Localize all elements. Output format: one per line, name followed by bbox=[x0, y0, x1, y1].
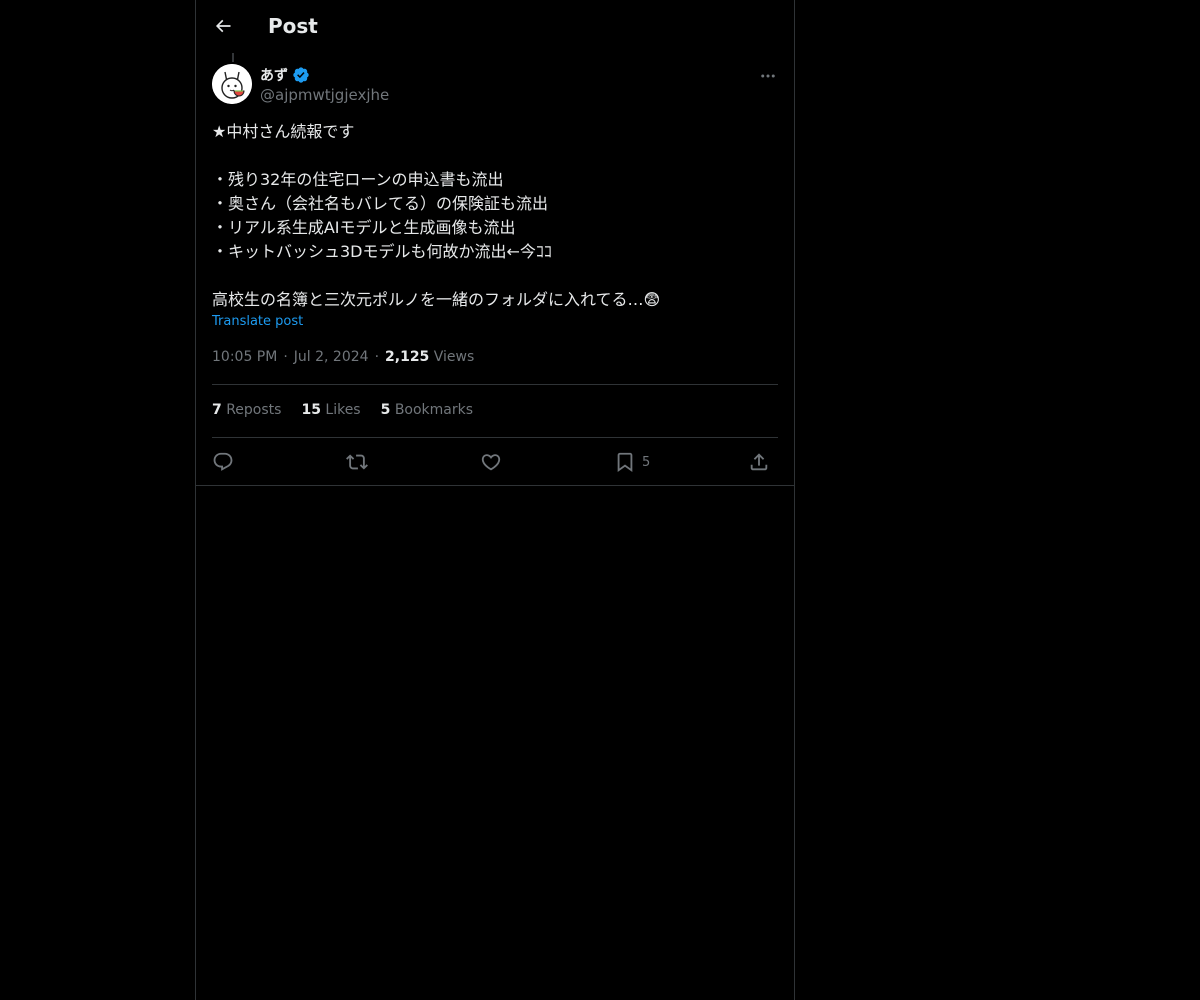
avatar[interactable] bbox=[212, 64, 252, 104]
verified-badge-icon bbox=[292, 66, 310, 84]
back-button[interactable] bbox=[206, 9, 240, 43]
share-icon bbox=[748, 451, 770, 473]
views-count: 2,125 bbox=[385, 349, 430, 365]
page-title: Post bbox=[268, 14, 318, 38]
display-name: あず bbox=[260, 68, 288, 84]
more-horizontal-icon bbox=[759, 67, 777, 85]
bookmarks-stat[interactable]: 5 Bookmarks bbox=[381, 402, 473, 418]
divider bbox=[212, 437, 778, 438]
post-text-line bbox=[212, 144, 778, 168]
repost-button[interactable] bbox=[346, 448, 368, 476]
share-button[interactable] bbox=[748, 448, 770, 476]
bookmark-count: 5 bbox=[642, 454, 651, 470]
bookmarks-count: 5 bbox=[380, 402, 391, 418]
post-stats: 7 Reposts 15 Likes 5 Bookmarks bbox=[212, 402, 473, 418]
main-column: Post あず @ajpmwtjgjexjhe ★中村さん続報です ・残り32年… bbox=[195, 0, 795, 1000]
action-bar: 5 bbox=[212, 448, 778, 476]
post-text-line: ★中村さん続報です bbox=[212, 122, 355, 141]
bookmark-button[interactable]: 5 bbox=[614, 448, 650, 476]
reposts-count: 7 bbox=[212, 402, 222, 418]
post-text: ★中村さん続報です ・残り32年の住宅ローンの申込書も流出 ・奥さん（会社名もバ… bbox=[212, 120, 778, 312]
meta-separator: · bbox=[374, 349, 380, 365]
translate-post-link[interactable]: Translate post bbox=[212, 314, 303, 329]
views-label: Views bbox=[433, 349, 475, 365]
likes-count: 15 bbox=[301, 402, 321, 418]
arrow-left-icon bbox=[213, 16, 233, 36]
post-meta: 10:05 PM · Jul 2, 2024 · 2,125 Views bbox=[212, 349, 474, 365]
reposts-stat[interactable]: 7 Reposts bbox=[212, 402, 281, 418]
reposts-label: Reposts bbox=[226, 402, 282, 418]
bookmarks-label: Bookmarks bbox=[394, 402, 474, 418]
post-text-line bbox=[212, 264, 778, 288]
thread-line bbox=[232, 53, 234, 62]
reply-button[interactable] bbox=[212, 448, 234, 476]
post-time[interactable]: 10:05 PM bbox=[212, 349, 277, 365]
likes-stat[interactable]: 15 Likes bbox=[301, 402, 360, 418]
post-text-line: 高校生の名簿と三次元ポルノを一緒のフォルダに入れてる…😨 bbox=[212, 290, 661, 309]
post-bottom-border bbox=[196, 485, 794, 486]
views-stat: 2,125 Views bbox=[385, 349, 474, 365]
repost-icon bbox=[346, 451, 368, 473]
likes-label: Likes bbox=[325, 402, 361, 418]
post-text-line: ・キットバッシュ3Dモデルも何故か流出←今ｺｺ bbox=[212, 242, 552, 261]
reply-icon bbox=[212, 451, 234, 473]
divider bbox=[212, 384, 778, 385]
user-name[interactable]: あず bbox=[260, 65, 310, 85]
post-header: Post bbox=[196, 0, 794, 53]
heart-icon bbox=[480, 451, 502, 473]
like-button[interactable] bbox=[480, 448, 502, 476]
user-handle[interactable]: @ajpmwtjgjexjhe bbox=[260, 86, 389, 104]
more-button[interactable] bbox=[758, 66, 778, 86]
post-text-line: ・リアル系生成AIモデルと生成画像も流出 bbox=[212, 218, 516, 237]
post-date[interactable]: Jul 2, 2024 bbox=[294, 349, 369, 365]
post-text-line: ・奥さん（会社名もバレてる）の保険証も流出 bbox=[212, 194, 549, 213]
post-text-line: ・残り32年の住宅ローンの申込書も流出 bbox=[212, 170, 504, 189]
bookmark-icon bbox=[614, 451, 636, 473]
meta-separator: · bbox=[283, 349, 288, 365]
